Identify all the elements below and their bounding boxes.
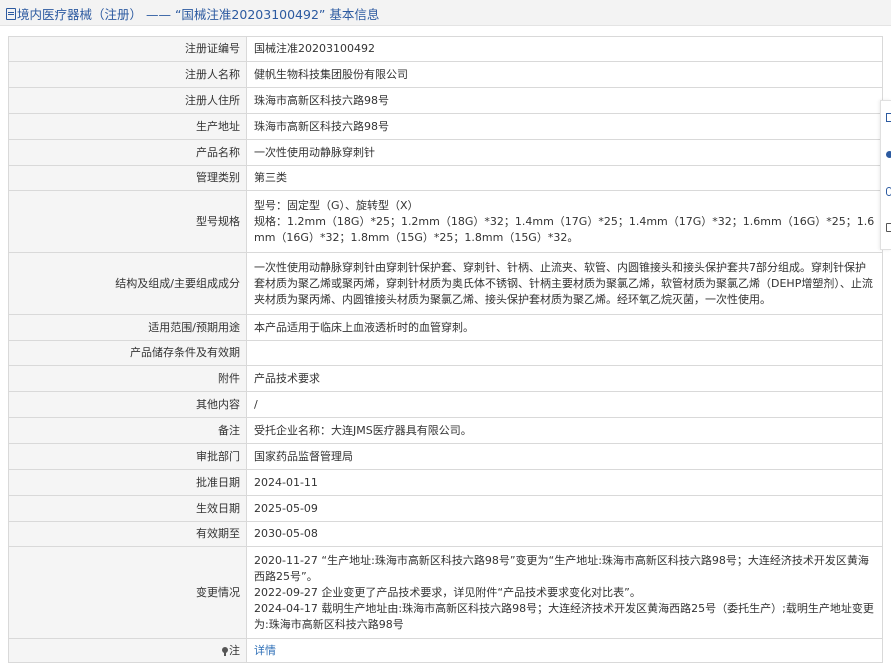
table-row: 有效期至 2030-05-08 bbox=[8, 521, 883, 547]
table-row: 管理类别 第三类 bbox=[8, 165, 883, 191]
table-row: 生效日期 2025-05-09 bbox=[8, 495, 883, 522]
row-label: 生产地址 bbox=[8, 113, 247, 140]
table-row: 其他内容 / bbox=[8, 391, 883, 418]
row-value: 健帆生物科技集团股份有限公司 bbox=[246, 61, 883, 88]
table-row: 变更情况 2020-11-27 “生产地址:珠海市高新区科技六路98号”变更为“… bbox=[8, 546, 883, 639]
page-title: 境内医疗器械（注册） —— “国械注准20203100492” 基本信息 bbox=[17, 7, 380, 22]
note-label: 注 bbox=[229, 643, 240, 657]
row-value: 2030-05-08 bbox=[246, 521, 883, 547]
row-value: / bbox=[246, 391, 883, 418]
page-icon[interactable] bbox=[886, 223, 891, 232]
row-value: 珠海市高新区科技六路98号 bbox=[246, 87, 883, 114]
document-icon bbox=[6, 8, 16, 20]
table-row: 审批部门 国家药品监督管理局 bbox=[8, 443, 883, 470]
change-entry: 2020-11-27 “生产地址:珠海市高新区科技六路98号”变更为“生产地址:… bbox=[254, 553, 869, 583]
row-label: 注册证编号 bbox=[8, 36, 247, 62]
circle-icon[interactable] bbox=[886, 151, 891, 158]
model-types: 型号：固定型（G）、旋转型（X） bbox=[254, 198, 419, 212]
row-label: 附件 bbox=[8, 365, 247, 392]
table-row: 型号规格 型号：固定型（G）、旋转型（X） 规格：1.2mm（18G）*25；1… bbox=[8, 190, 883, 253]
table-row: 注册人住所 珠海市高新区科技六路98号 bbox=[8, 87, 883, 114]
row-value: 型号：固定型（G）、旋转型（X） 规格：1.2mm（18G）*25；1.2mm（… bbox=[246, 190, 883, 253]
row-label: 批准日期 bbox=[8, 469, 247, 496]
table-row: 产品名称 一次性使用动静脉穿刺针 bbox=[8, 139, 883, 166]
table-row: 批准日期 2024-01-11 bbox=[8, 469, 883, 496]
table-row: 适用范围/预期用途 本产品适用于临床上血液透析时的血管穿刺。 bbox=[8, 314, 883, 341]
row-label: 结构及组成/主要组成成分 bbox=[8, 252, 247, 315]
change-entry: 2022-09-27 企业变更了产品技术要求，详见附件“产品技术要求变化对比表”… bbox=[254, 585, 641, 599]
registration-info-table: 注册证编号 国械注准20203100492 注册人名称 健帆生物科技集团股份有限… bbox=[8, 36, 883, 663]
row-value: 2025-05-09 bbox=[246, 495, 883, 522]
table-row: 产品储存条件及有效期 bbox=[8, 340, 883, 366]
row-value bbox=[246, 340, 883, 366]
row-label: 生效日期 bbox=[8, 495, 247, 522]
row-label: 注册人名称 bbox=[8, 61, 247, 88]
note-label-cell: 注 bbox=[8, 638, 247, 663]
table-row: 注册人名称 健帆生物科技集团股份有限公司 bbox=[8, 61, 883, 88]
table-row: 结构及组成/主要组成成分 一次性使用动静脉穿刺针由穿刺针保护套、穿刺针、针柄、止… bbox=[8, 252, 883, 315]
row-value: 2020-11-27 “生产地址:珠海市高新区科技六路98号”变更为“生产地址:… bbox=[246, 546, 883, 639]
pin-icon bbox=[222, 646, 228, 656]
row-value: 一次性使用动静脉穿刺针 bbox=[246, 139, 883, 166]
row-label: 型号规格 bbox=[8, 190, 247, 253]
row-label: 产品名称 bbox=[8, 139, 247, 166]
share-icon[interactable] bbox=[886, 187, 891, 196]
table-row: 附件 产品技术要求 bbox=[8, 365, 883, 392]
details-link[interactable]: 详情 bbox=[254, 644, 276, 657]
table-row: 生产地址 珠海市高新区科技六路98号 bbox=[8, 113, 883, 140]
row-label: 产品储存条件及有效期 bbox=[8, 340, 247, 366]
row-value: 一次性使用动静脉穿刺针由穿刺针保护套、穿刺针、针柄、止流夹、软管、内圆锥接头和接… bbox=[246, 252, 883, 315]
row-label: 备注 bbox=[8, 417, 247, 444]
row-label: 管理类别 bbox=[8, 165, 247, 191]
floating-side-toolbar bbox=[880, 100, 891, 250]
table-row: 注 详情 bbox=[8, 638, 883, 663]
row-value: 产品技术要求 bbox=[246, 365, 883, 392]
table-row: 注册证编号 国械注准20203100492 bbox=[8, 36, 883, 62]
row-label: 审批部门 bbox=[8, 443, 247, 470]
row-value: 第三类 bbox=[246, 165, 883, 191]
change-entry: 2024-04-17 载明生产地址由:珠海市高新区科技六路98号；大连经济技术开… bbox=[254, 601, 874, 631]
row-value: 本产品适用于临床上血液透析时的血管穿刺。 bbox=[246, 314, 883, 341]
row-value: 2024-01-11 bbox=[246, 469, 883, 496]
model-specs: 规格：1.2mm（18G）*25；1.2mm（18G）*32；1.4mm（17G… bbox=[254, 214, 875, 244]
row-label: 适用范围/预期用途 bbox=[8, 314, 247, 341]
row-value: 详情 bbox=[246, 638, 883, 663]
document-icon[interactable] bbox=[886, 113, 891, 122]
row-value: 受托企业名称：大连JMS医疗器具有限公司。 bbox=[246, 417, 883, 444]
row-label: 有效期至 bbox=[8, 521, 247, 547]
row-label: 注册人住所 bbox=[8, 87, 247, 114]
table-row: 备注 受托企业名称：大连JMS医疗器具有限公司。 bbox=[8, 417, 883, 444]
row-label: 其他内容 bbox=[8, 391, 247, 418]
row-value: 国械注准20203100492 bbox=[246, 36, 883, 62]
row-value: 国家药品监督管理局 bbox=[246, 443, 883, 470]
row-value: 珠海市高新区科技六路98号 bbox=[246, 113, 883, 140]
row-label: 变更情况 bbox=[8, 546, 247, 639]
page-header: 境内医疗器械（注册） —— “国械注准20203100492” 基本信息 bbox=[0, 0, 891, 26]
